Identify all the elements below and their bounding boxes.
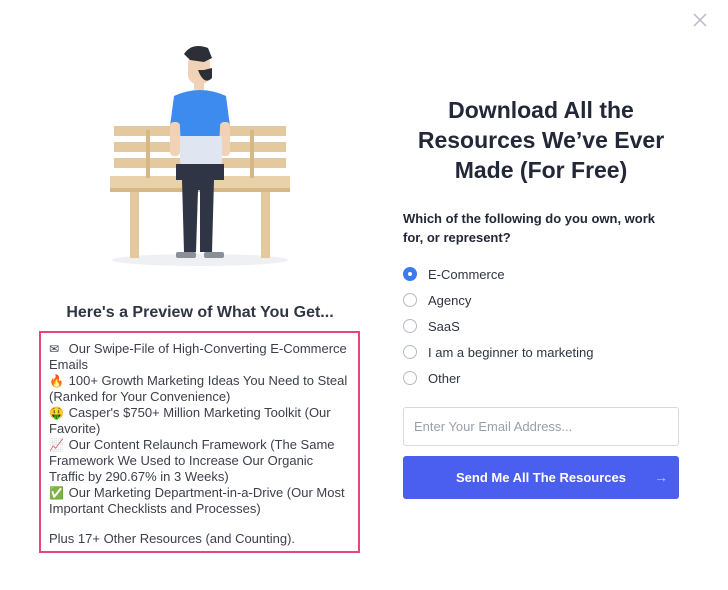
radio-button[interactable]: [403, 293, 417, 307]
option-label: I am a beginner to marketing: [428, 344, 594, 360]
option-label: E-Commerce: [428, 266, 505, 282]
money-face-icon: 🤑: [49, 406, 64, 420]
fire-icon: 🔥: [49, 374, 64, 388]
form-question: Which of the following do you own, work …: [403, 211, 656, 245]
preview-item-text: Casper's $750+ Million Marketing Toolkit…: [49, 405, 331, 436]
option-label: Other: [428, 370, 461, 386]
email-field[interactable]: [403, 407, 679, 446]
preview-item: 🔥 100+ Growth Marketing Ideas You Need t…: [49, 373, 350, 405]
preview-item: ✅ Our Marketing Department-in-a-Drive (O…: [49, 485, 350, 517]
preview-item-text: Our Content Relaunch Framework (The Same…: [49, 437, 335, 484]
preview-item: 📈 Our Content Relaunch Framework (The Sa…: [49, 437, 350, 485]
radio-button[interactable]: [403, 371, 417, 385]
option-saas[interactable]: SaaS: [403, 313, 678, 339]
check-mark-icon: ✅: [49, 486, 64, 500]
option-agency[interactable]: Agency: [403, 287, 678, 313]
signup-form: Download All the Resources We’ve Ever Ma…: [400, 0, 728, 590]
preview-item-text: Our Swipe-File of High-Converting E-Comm…: [49, 341, 347, 372]
preview-item: 🤑 Casper's $750+ Million Marketing Toolk…: [49, 405, 350, 437]
radio-button[interactable]: [403, 345, 417, 359]
radio-button-selected[interactable]: [403, 267, 417, 281]
radio-button[interactable]: [403, 319, 417, 333]
preview-item-text: 100+ Growth Marketing Ideas You Need to …: [49, 373, 348, 404]
arrow-right-icon: →: [654, 469, 668, 485]
submit-button[interactable]: Send Me All The Resources →: [403, 456, 679, 499]
option-other[interactable]: Other: [403, 365, 678, 391]
preview-panel: Here's a Preview of What You Get... ✉ Ou…: [0, 0, 400, 590]
man-on-bench-illustration: [110, 46, 290, 266]
option-label: SaaS: [428, 318, 460, 334]
preview-item-text: Our Marketing Department-in-a-Drive (Our…: [49, 485, 345, 516]
option-label: Agency: [428, 292, 472, 308]
preview-title: Here's a Preview of What You Get...: [66, 304, 334, 321]
preview-item: ✉ Our Swipe-File of High-Converting E-Co…: [49, 341, 350, 373]
chart-up-icon: 📈: [49, 438, 64, 452]
envelope-icon: ✉: [49, 342, 60, 356]
business-type-radio-group: E-Commerce Agency SaaS I am a beginner t…: [403, 261, 678, 391]
option-beginner[interactable]: I am a beginner to marketing: [403, 339, 678, 365]
preview-footer: Plus 17+ Other Resources (and Counting).: [49, 531, 296, 546]
submit-button-label: Send Me All The Resources: [455, 470, 626, 485]
form-headline: Download All the Resources We’ve Ever Ma…: [417, 97, 665, 183]
option-ecommerce[interactable]: E-Commerce: [403, 261, 678, 287]
preview-list: ✉ Our Swipe-File of High-Converting E-Co…: [39, 331, 360, 553]
